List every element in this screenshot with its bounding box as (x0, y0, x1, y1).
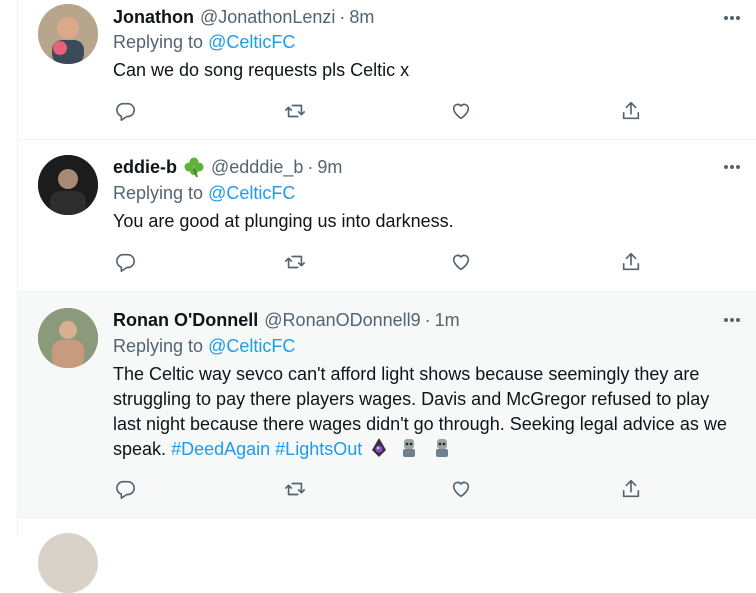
retweet-icon[interactable] (283, 250, 307, 274)
tweet-text: Can we do song requests pls Celtic x (113, 60, 410, 80)
avatar[interactable] (38, 533, 98, 593)
reply-icon[interactable] (113, 250, 137, 274)
zombie-icon (429, 437, 455, 459)
replying-to: Replying to @CelticFC (113, 183, 295, 204)
shamrock-icon (183, 156, 205, 178)
separator-dot: · (339, 6, 346, 27)
action-bar (113, 99, 653, 123)
user-handle[interactable]: @JonathonLenzi (200, 7, 335, 28)
mention-link[interactable]: @CelticFC (208, 32, 295, 52)
tweet-next-partial[interactable] (18, 517, 756, 593)
avatar[interactable] (38, 4, 98, 64)
crystal-ball-icon (369, 437, 389, 459)
replying-to: Replying to @CelticFC (113, 336, 295, 357)
reply-icon[interactable] (113, 99, 137, 123)
display-name[interactable]: eddie-b (113, 157, 177, 178)
share-icon[interactable] (619, 250, 643, 274)
share-icon[interactable] (619, 477, 643, 501)
more-icon[interactable] (720, 157, 744, 177)
mention-link[interactable]: @CelticFC (208, 183, 295, 203)
tweet-text: The Celtic way sevco can't afford light … (113, 362, 740, 462)
like-icon[interactable] (449, 99, 473, 123)
timestamp[interactable]: 1m (435, 310, 460, 331)
more-icon[interactable] (720, 310, 744, 330)
replying-to: Replying to @CelticFC (113, 32, 295, 53)
replying-to-label: Replying to (113, 183, 204, 203)
tweet-jonathon[interactable]: Jonathon @JonathonLenzi · 8m Replying to… (18, 0, 756, 140)
hashtag-lightsout[interactable]: #LightsOut (275, 439, 362, 459)
display-name[interactable]: Ronan O'Donnell (113, 310, 258, 331)
timestamp[interactable]: 9m (317, 157, 342, 178)
avatar[interactable] (38, 308, 98, 368)
separator-dot: · (307, 156, 314, 177)
tweet-eddie-b[interactable]: eddie-b @edddie_b · 9m Replying to @Celt… (18, 139, 756, 292)
replying-to-label: Replying to (113, 32, 204, 52)
retweet-icon[interactable] (283, 99, 307, 123)
tweet-text: You are good at plunging us into darknes… (113, 211, 454, 231)
timestamp[interactable]: 8m (349, 7, 374, 28)
user-handle[interactable]: @RonanODonnell9 (264, 310, 420, 331)
zombie-icon (396, 437, 422, 459)
mention-link[interactable]: @CelticFC (208, 336, 295, 356)
avatar[interactable] (38, 155, 98, 215)
reply-icon[interactable] (113, 477, 137, 501)
user-handle[interactable]: @edddie_b (211, 157, 303, 178)
retweet-icon[interactable] (283, 477, 307, 501)
display-name[interactable]: Jonathon (113, 7, 194, 28)
separator-dot: · (424, 309, 431, 330)
like-icon[interactable] (449, 250, 473, 274)
tweet-ronan-odonnell[interactable]: Ronan O'Donnell @RonanODonnell9 · 1m Rep… (18, 292, 756, 518)
replying-to-label: Replying to (113, 336, 204, 356)
share-icon[interactable] (619, 99, 643, 123)
action-bar (113, 250, 653, 274)
more-icon[interactable] (720, 8, 744, 28)
like-icon[interactable] (449, 477, 473, 501)
action-bar (113, 477, 653, 501)
hashtag-deedagain[interactable]: #DeedAgain (171, 439, 270, 459)
